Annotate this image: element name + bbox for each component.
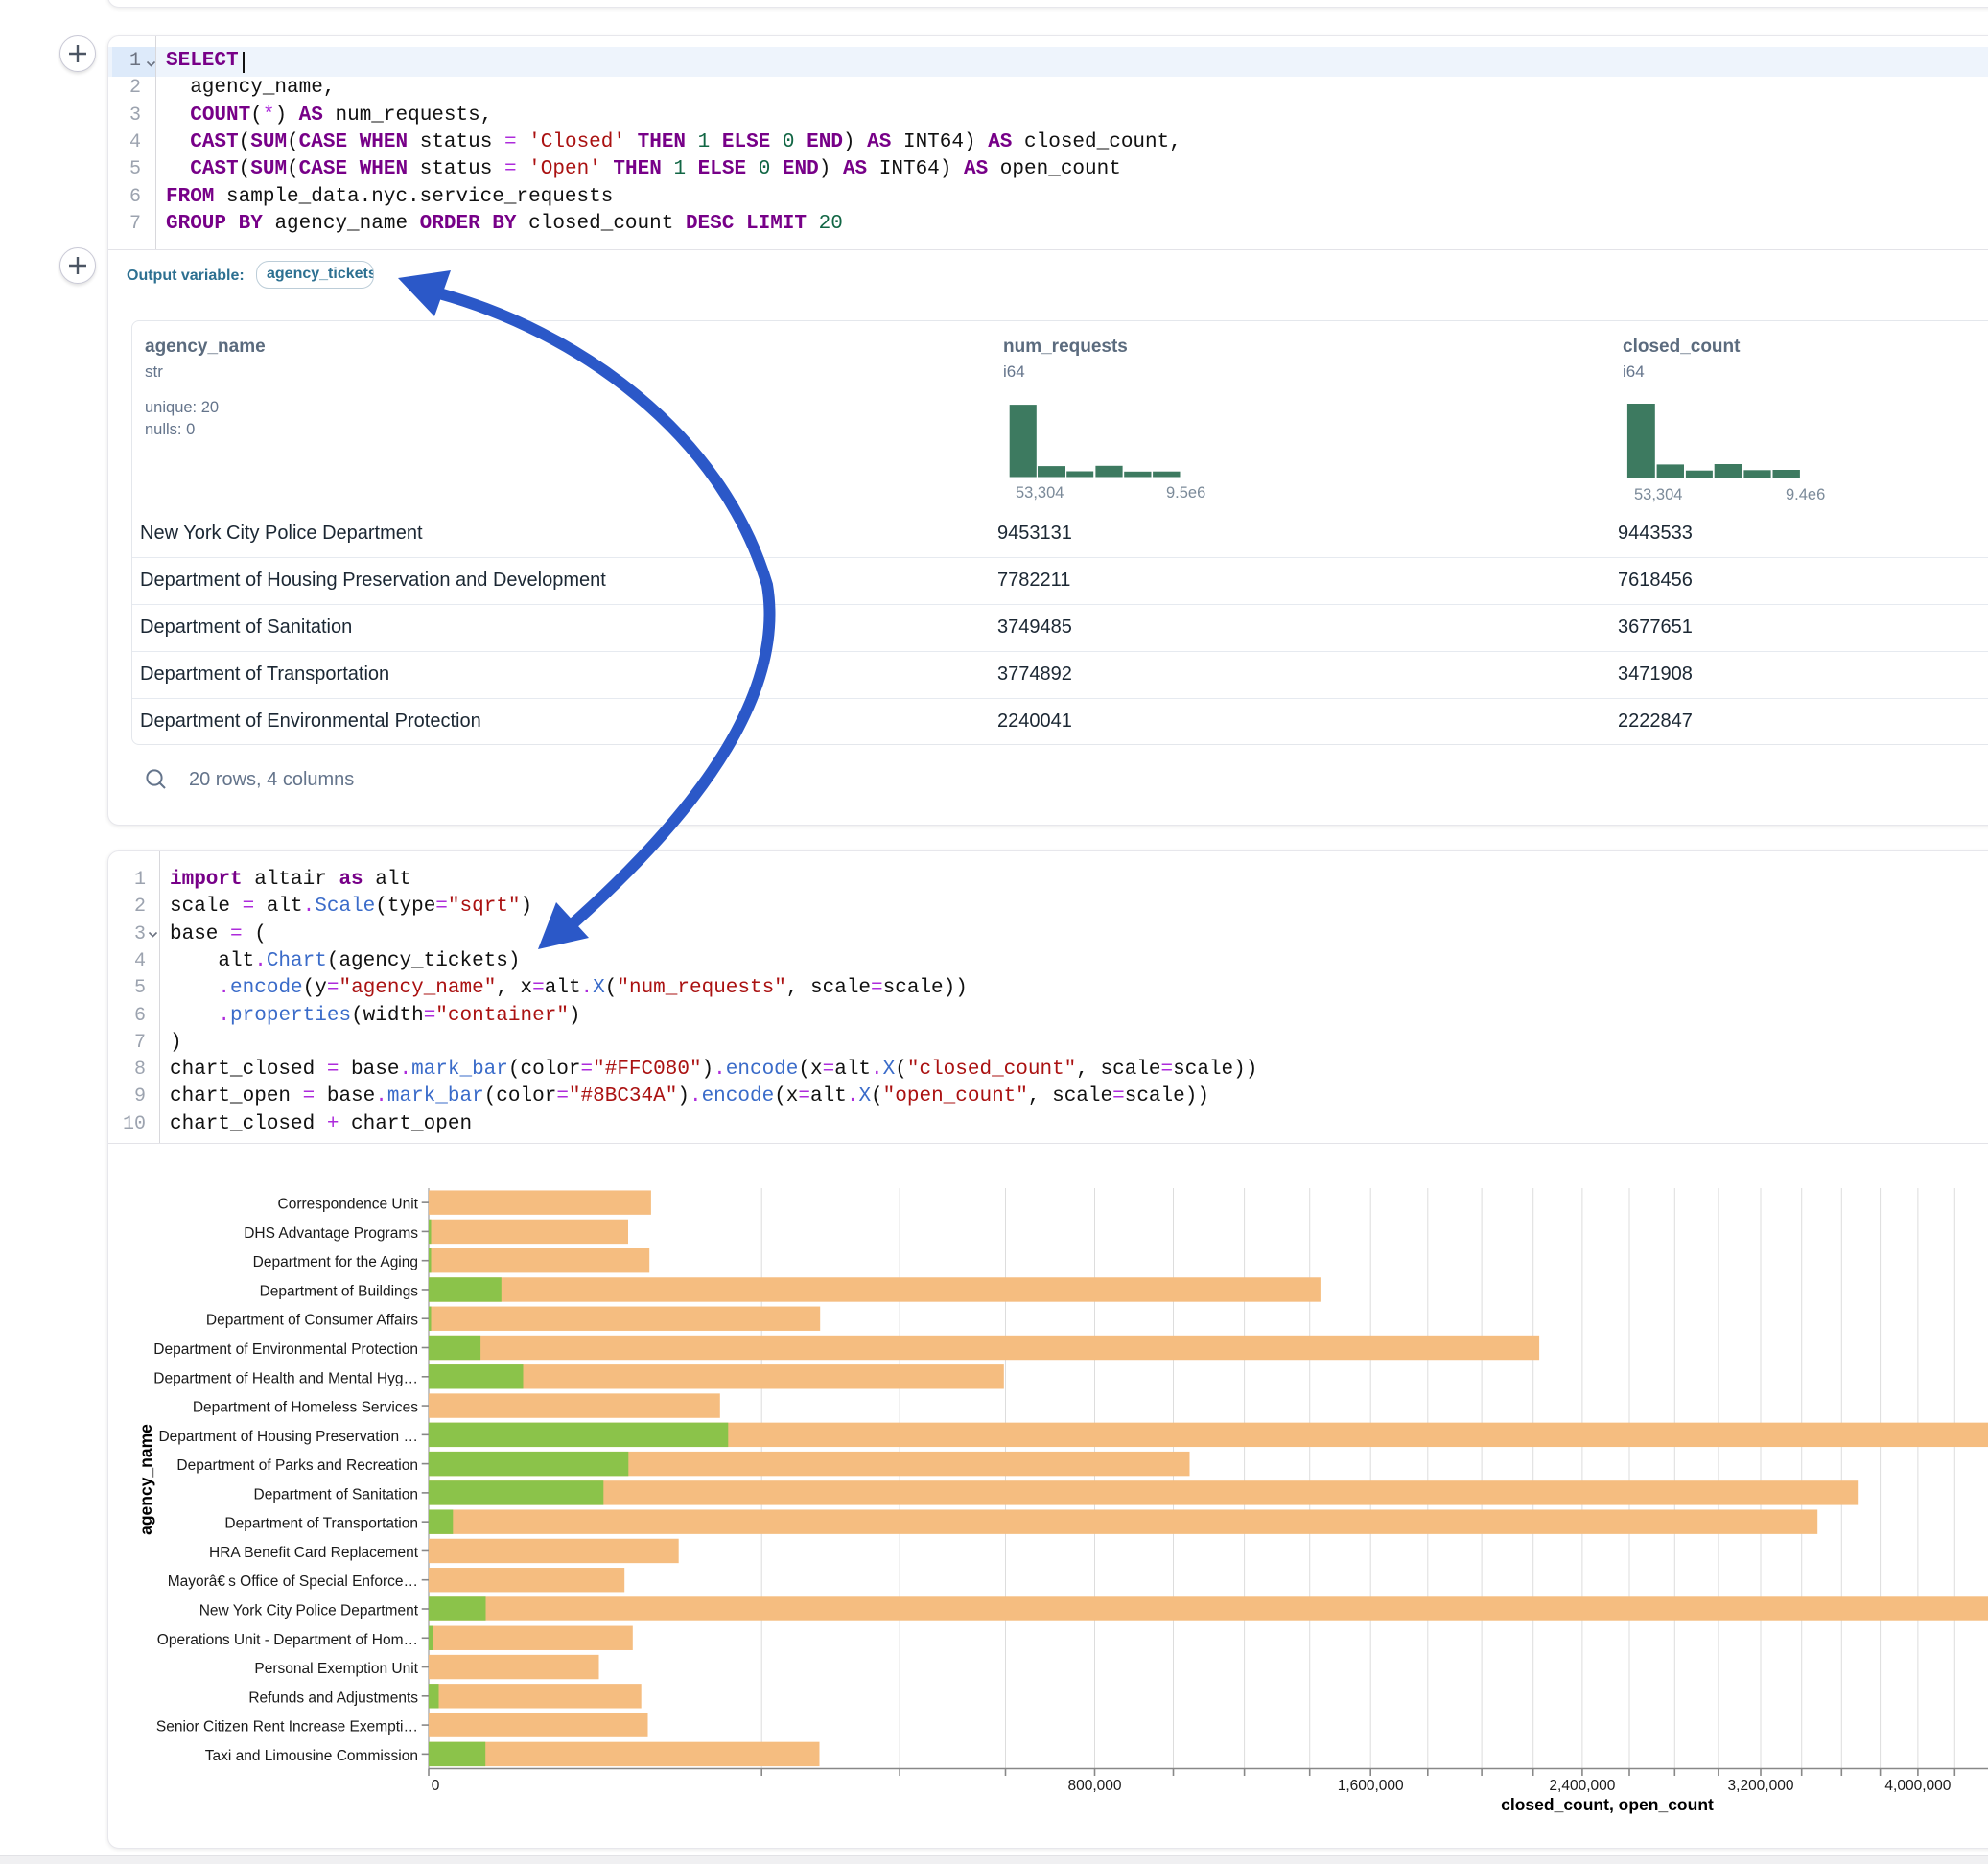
svg-text:Correspondence Unit: Correspondence Unit	[278, 1197, 419, 1213]
svg-text:1,600,000: 1,600,000	[1338, 1778, 1404, 1794]
svg-text:Department of Buildings: Department of Buildings	[260, 1283, 419, 1299]
svg-text:Department of Sanitation: Department of Sanitation	[254, 1486, 418, 1503]
svg-text:Department of Environmental Pr: Department of Environmental Protection	[153, 1341, 418, 1358]
svg-text:3,200,000: 3,200,000	[1728, 1778, 1794, 1794]
svg-text:Senior Citizen Rent Increase E: Senior Citizen Rent Increase Exempti…	[156, 1719, 418, 1736]
svg-text:Department of Health and Menta: Department of Health and Mental Hyg…	[153, 1370, 418, 1386]
svg-text:Department of Transportation: Department of Transportation	[224, 1516, 418, 1532]
svg-text:Operations Unit - Department o: Operations Unit - Department of Hom…	[157, 1632, 418, 1648]
svg-text:0: 0	[432, 1778, 440, 1794]
svg-text:DHS Advantage Programs: DHS Advantage Programs	[244, 1225, 418, 1242]
svg-text:Mayorâ€ s Office of Special En: Mayorâ€ s Office of Special Enforce…	[168, 1573, 418, 1590]
svg-text:Department of Consumer Affairs: Department of Consumer Affairs	[206, 1313, 418, 1329]
svg-text:2,400,000: 2,400,000	[1549, 1778, 1615, 1794]
svg-text:HRA Benefit Card Replacement: HRA Benefit Card Replacement	[209, 1545, 419, 1561]
svg-text:800,000: 800,000	[1067, 1778, 1121, 1794]
svg-text:agency_name: agency_name	[136, 1424, 155, 1535]
svg-text:4,000,000: 4,000,000	[1884, 1778, 1951, 1794]
svg-text:Personal Exemption Unit: Personal Exemption Unit	[254, 1661, 418, 1677]
svg-text:Department for the Aging: Department for the Aging	[253, 1254, 418, 1270]
svg-text:Department of Homeless Service: Department of Homeless Services	[193, 1400, 418, 1416]
svg-text:Department of Housing Preserva: Department of Housing Preservation …	[158, 1429, 418, 1445]
svg-text:Department of Parks and Recrea: Department of Parks and Recreation	[176, 1457, 418, 1474]
svg-text:Taxi and Limousine Commission: Taxi and Limousine Commission	[205, 1748, 418, 1764]
svg-text:Refunds and Adjustments: Refunds and Adjustments	[248, 1689, 418, 1706]
svg-text:New York City Police Departmen: New York City Police Department	[199, 1602, 419, 1619]
svg-text:closed_count, open_count: closed_count, open_count	[1501, 1795, 1714, 1814]
